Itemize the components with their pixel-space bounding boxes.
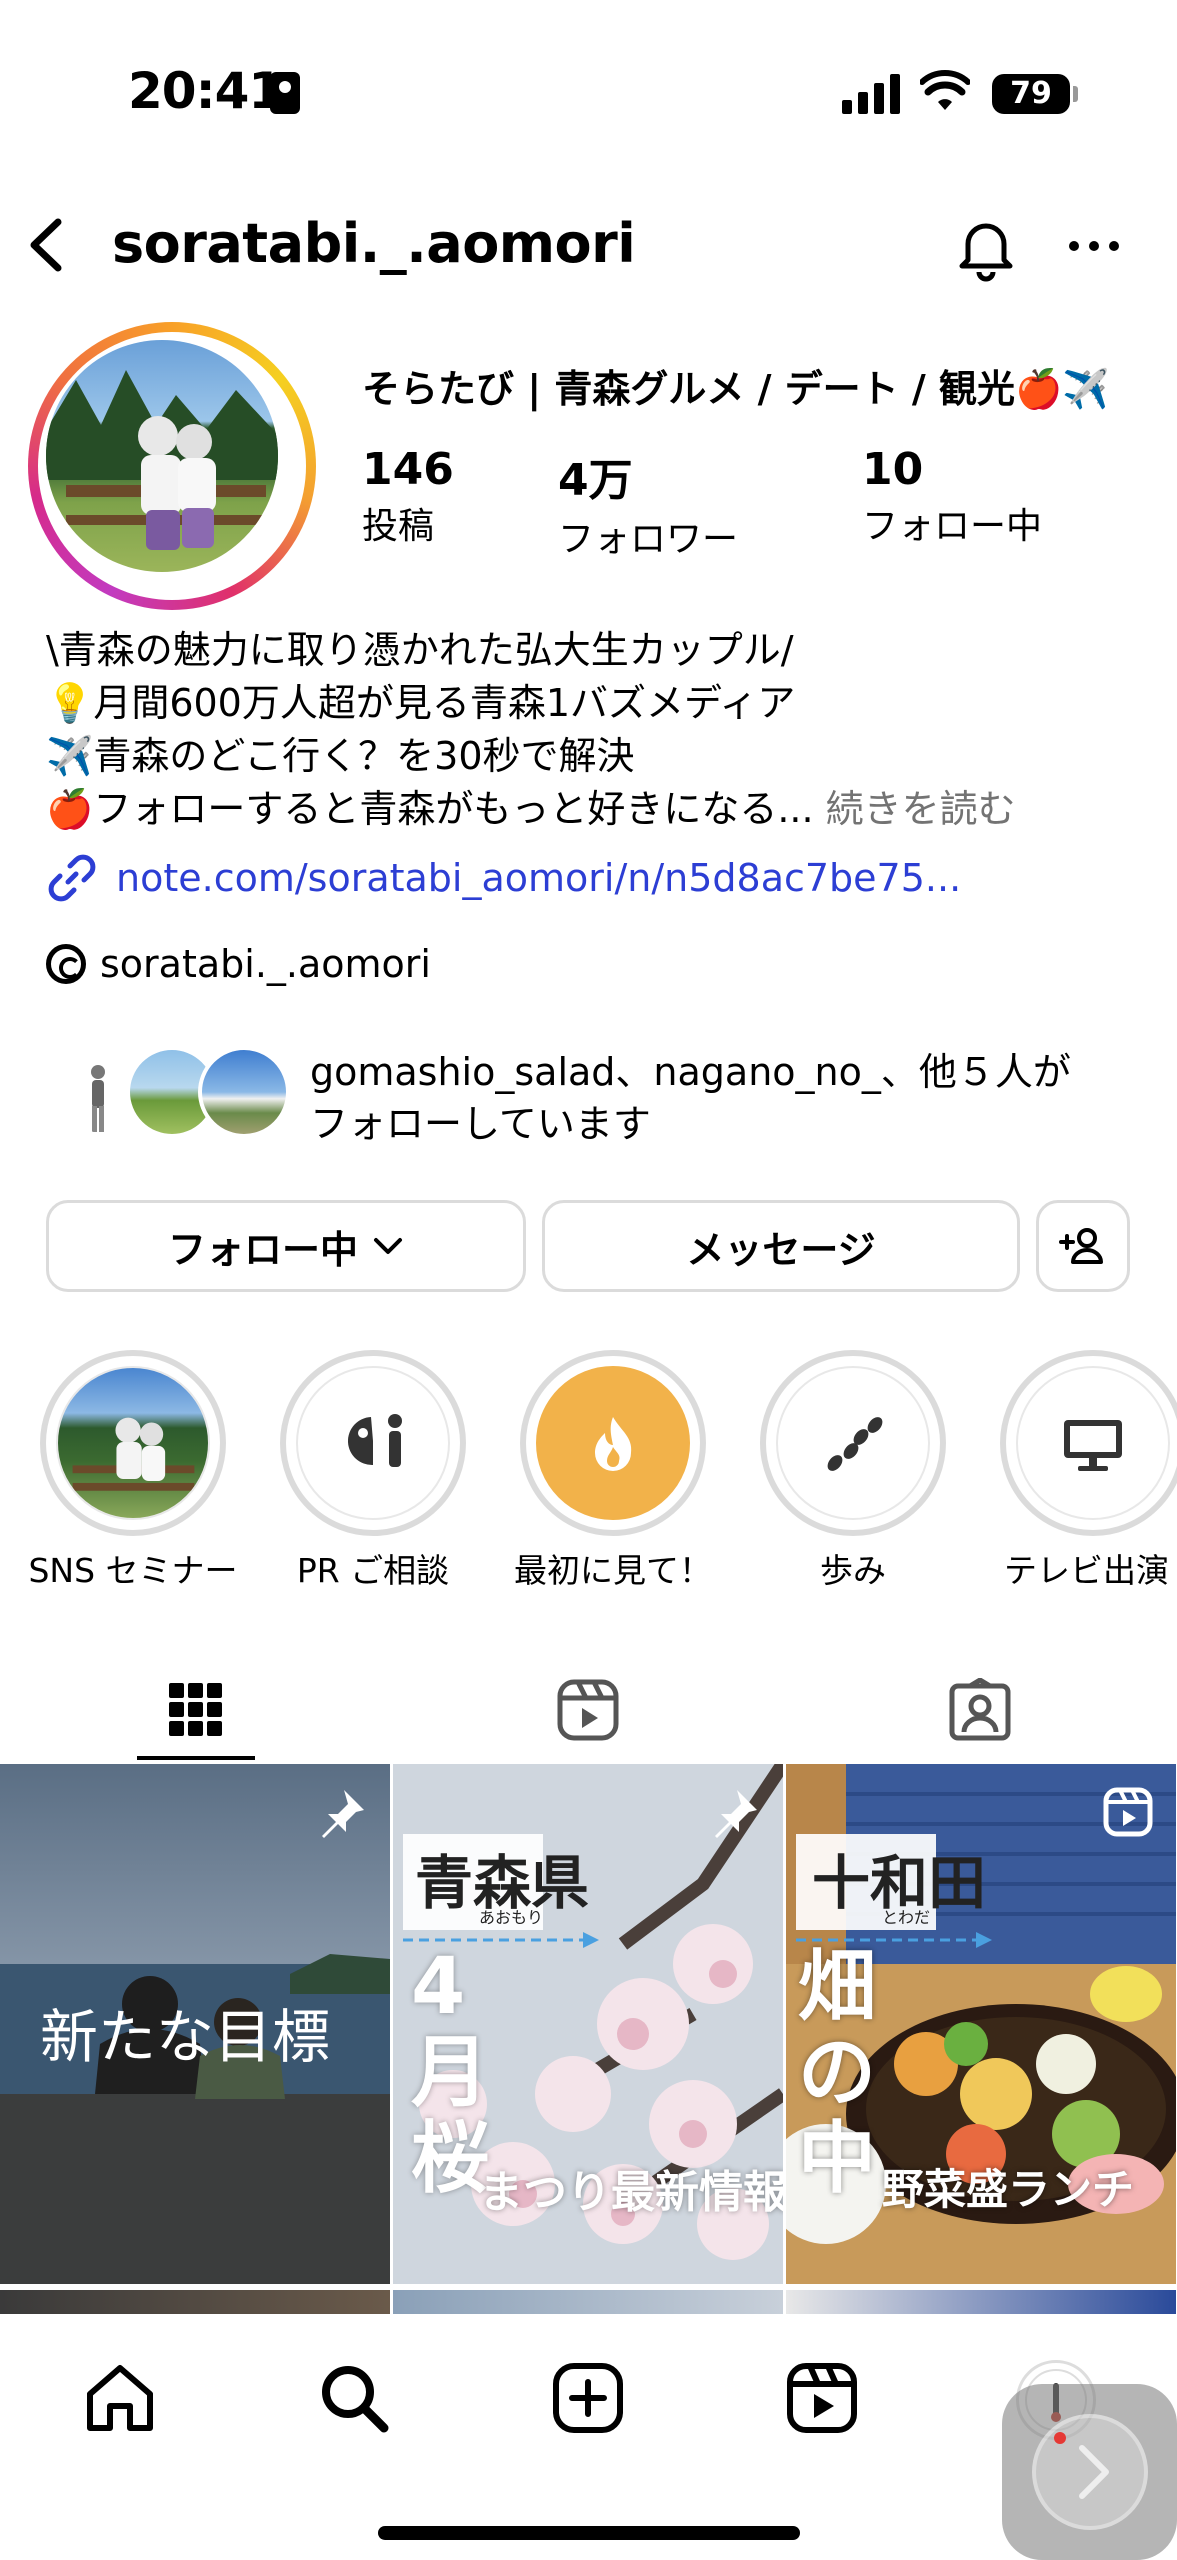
- highlight-label: テレビ出演: [1004, 1551, 1169, 1590]
- highlight-sns-seminar[interactable]: [40, 1350, 226, 1536]
- post-thumbnail[interactable]: 新たな目標: [0, 1764, 390, 2284]
- flame-icon: [595, 1417, 632, 1471]
- following-count: 10: [862, 444, 924, 495]
- profile-bio: \青森の魅力に取り憑かれた弘大生カップル/ 💡月間600万人超が見る青森1バズメ…: [46, 624, 1016, 836]
- post-big-char: 4: [411, 1942, 466, 2032]
- bio-line: 🍎フォローすると青森がもっと好きになる... 続きを読む: [46, 783, 1016, 836]
- highlight-tv[interactable]: [1000, 1350, 1177, 1536]
- threads-icon: [46, 944, 86, 984]
- search-icon[interactable]: [316, 2360, 392, 2436]
- tab-tagged[interactable]: [880, 1660, 1080, 1760]
- back-arrow-icon[interactable]: [20, 210, 70, 280]
- read-more-link[interactable]: 続きを読む: [826, 787, 1016, 831]
- highlight-journey[interactable]: [760, 1350, 946, 1536]
- post-title-ruby: とわだ: [882, 1908, 931, 1927]
- post-big-text: 畑 の 中: [798, 1944, 876, 2202]
- status-time: 20:41: [128, 62, 283, 120]
- home-icon[interactable]: [82, 2360, 158, 2436]
- message-button[interactable]: メッセージ: [542, 1200, 1020, 1292]
- highlight-label: 歩み: [820, 1551, 886, 1590]
- posts-label: 投稿: [362, 506, 435, 547]
- profile-avatar[interactable]: [28, 322, 316, 610]
- highlight-label: 最初に見て！: [514, 1551, 712, 1590]
- post-subtitle: まつり最新情報: [479, 2167, 783, 2218]
- bio-line: \青森の魅力に取り憑かれた弘大生カップル/: [46, 628, 794, 672]
- chevron-down-icon: [374, 1238, 402, 1254]
- post-subtitle: 野菜盛ランチ: [882, 2165, 1135, 2214]
- posts-count: 146: [362, 444, 454, 495]
- pin-icon: [715, 1790, 757, 1838]
- reels-icon: [557, 1679, 619, 1741]
- stat-following[interactable]: 10 フォロー中: [862, 444, 1042, 549]
- post-big-char: 桜: [411, 2114, 490, 2204]
- profile-link-text: note.com/soratabi_aomori/n/n5d8ac7be75..…: [116, 856, 962, 900]
- pin-icon: [322, 1790, 364, 1838]
- post-caption: 新たな目標: [40, 2003, 331, 2071]
- create-post-icon[interactable]: [550, 2360, 626, 2436]
- suggest-people-button[interactable]: [1036, 1200, 1130, 1292]
- follower-avatar: [198, 1046, 290, 1138]
- post-title-ruby: あおもり: [479, 1908, 544, 1927]
- post-thumbnail[interactable]: 十和田 とわだ 畑 の 中 野菜盛ランチ: [786, 1764, 1176, 2284]
- assistive-touch-button[interactable]: [1002, 2384, 1177, 2560]
- post-big-text: 4 月 桜: [411, 1944, 489, 2202]
- followers-count: 4万: [558, 455, 633, 506]
- stat-followers[interactable]: 4万 フォロワー: [558, 444, 738, 562]
- display-name: そらたび | 青森グルメ / デート / 観光🍎✈️: [362, 367, 1110, 411]
- following-label: フォロー中: [862, 506, 1043, 547]
- threads-badge[interactable]: soratabi._.aomori: [46, 942, 431, 986]
- tv-icon: [1064, 1420, 1122, 1471]
- post-big-char: 月: [411, 2028, 490, 2118]
- tab-reels[interactable]: [488, 1660, 688, 1760]
- followed-by-row[interactable]: gomashio_salad、nagano_no_、他５人が フォローしています: [60, 1040, 1150, 1160]
- grid-icon: [169, 1683, 222, 1736]
- chevron-right-icon: [1079, 2445, 1109, 2499]
- bio-line-text: 🍎フォローすると青森がもっと好きになる...: [46, 787, 814, 831]
- post-thumbnail[interactable]: 青森県 あおもり 4 月 桜 まつり最新情報: [393, 1764, 783, 2284]
- pr-icon: [347, 1414, 402, 1467]
- post-big-char: 畑: [798, 1942, 877, 2032]
- followers-label: フォロワー: [558, 519, 739, 560]
- link-icon: [48, 854, 96, 902]
- post-big-char: 中: [798, 2114, 877, 2204]
- stat-posts[interactable]: 146 投稿: [362, 444, 454, 549]
- post-big-char: の: [798, 2028, 877, 2118]
- cell-signal-icon: [842, 74, 900, 114]
- active-tab-indicator: [137, 1756, 255, 1760]
- bio-line: 💡月間600万人超が見る青森1バズメディア: [46, 681, 796, 725]
- highlight-label: PR ご相談: [296, 1551, 450, 1590]
- wifi-icon: [920, 70, 970, 110]
- home-indicator[interactable]: [378, 2526, 800, 2540]
- sim-icon: [270, 72, 300, 114]
- more-options-icon[interactable]: [1064, 210, 1124, 282]
- message-button-label: メッセージ: [686, 1227, 876, 1272]
- reels-nav-icon[interactable]: [784, 2360, 860, 2436]
- highlight-see-first[interactable]: [520, 1350, 706, 1536]
- battery-indicator: 79: [992, 74, 1078, 114]
- highlight-pr[interactable]: [280, 1350, 466, 1536]
- followed-by-line: gomashio_salad、nagano_no_、他５人が: [310, 1050, 1071, 1094]
- tagged-user-icon: [949, 1678, 1011, 1741]
- threads-username: soratabi._.aomori: [100, 942, 431, 986]
- highlight-label: SNS セミナー: [28, 1551, 238, 1590]
- followed-by-text: gomashio_salad、nagano_no_、他５人が フォローしています: [310, 1046, 1071, 1150]
- reel-icon: [1103, 1787, 1153, 1837]
- tab-posts-grid[interactable]: [96, 1660, 296, 1760]
- add-person-icon: [1059, 1228, 1103, 1264]
- bottom-nav: [0, 2314, 1177, 2560]
- bio-line: ✈️青森のどこ行く？を30秒で解決: [46, 734, 635, 778]
- profile-username: soratabi._.aomori: [112, 212, 636, 275]
- following-button-label: フォロー中: [167, 1227, 358, 1272]
- profile-link[interactable]: note.com/soratabi_aomori/n/n5d8ac7be75..…: [46, 852, 961, 904]
- footsteps-icon: [827, 1417, 883, 1471]
- following-button[interactable]: フォロー中: [46, 1200, 526, 1292]
- notification-bell-icon[interactable]: [950, 210, 1022, 282]
- followed-by-line: フォローしています: [310, 1102, 651, 1146]
